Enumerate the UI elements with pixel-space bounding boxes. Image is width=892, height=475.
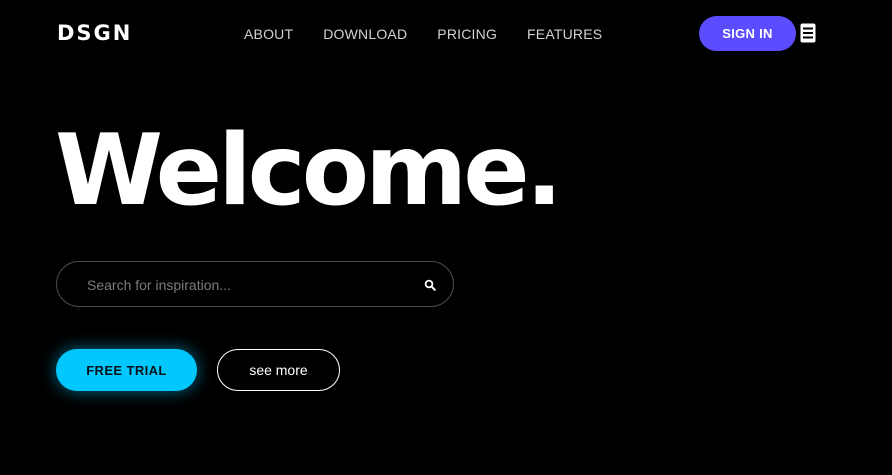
free-trial-button[interactable]: FREE TRIAL	[56, 349, 197, 391]
search-icon[interactable]	[424, 279, 436, 291]
logo[interactable]: DSGN	[57, 20, 132, 46]
nav-pricing-link[interactable]: PRICING	[437, 25, 497, 43]
sign-in-button[interactable]: SIGN IN	[699, 16, 796, 51]
nav-about-link[interactable]: ABOUT	[244, 25, 293, 43]
see-more-button[interactable]: see more	[217, 349, 340, 391]
nav-features-link[interactable]: FEATURES	[527, 25, 602, 43]
search-box	[56, 261, 454, 307]
hero-title: Welcome.	[55, 114, 563, 228]
menu-icon[interactable]	[800, 23, 816, 43]
main-nav: ABOUT DOWNLOAD PRICING FEATURES	[244, 25, 602, 43]
search-input[interactable]	[87, 272, 407, 298]
nav-download-link[interactable]: DOWNLOAD	[323, 25, 407, 43]
